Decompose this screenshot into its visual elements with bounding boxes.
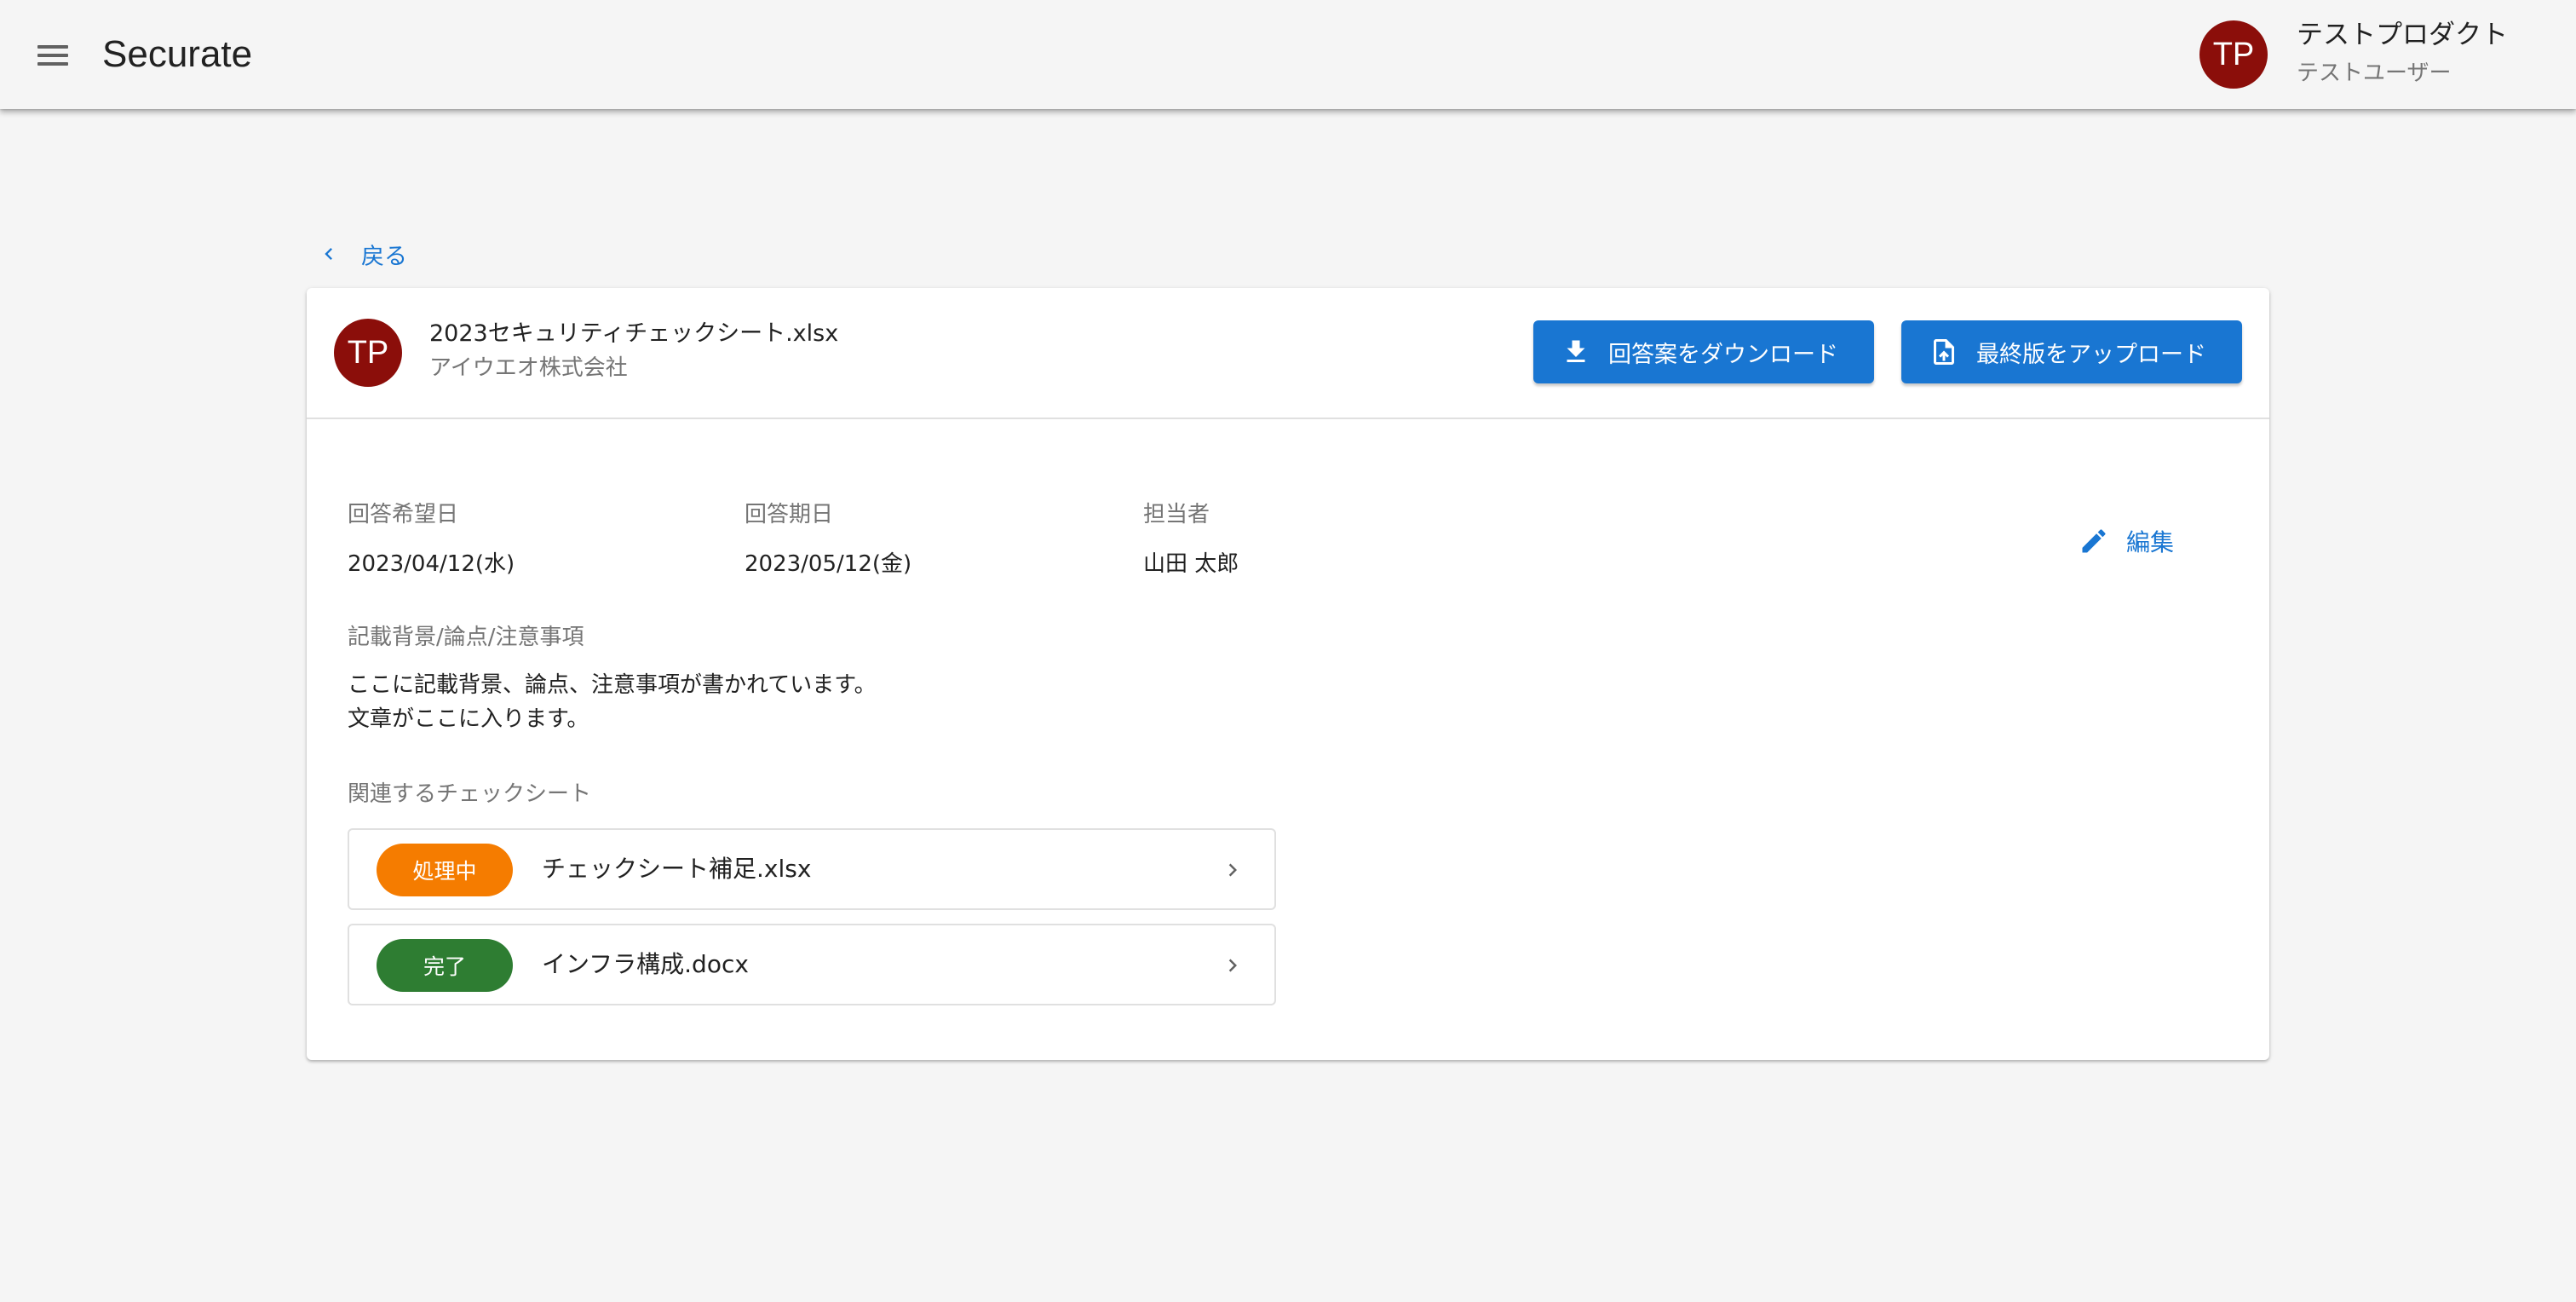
due-date-label: 回答期日 [745,502,834,527]
notes-text: ここに記載背景、論点、注意事項が書かれています。 文章がここに入ります。 [348,668,877,736]
edit-label: 編集 [2126,528,2175,556]
pencil-icon [2082,529,2106,553]
product-name: テストプロダクト [2297,20,2508,50]
sheet-avatar: TP [334,319,402,387]
app-title: Securate [102,33,253,75]
desired-date-label: 回答希望日 [348,502,459,527]
list-item[interactable]: 完了 インフラ構成.docx [348,924,1276,1005]
notes-line: 文章がここに入ります。 [348,706,589,732]
related-sheets-label: 関連するチェックシート [348,781,592,807]
edit-button[interactable]: 編集 [2079,520,2174,562]
related-sheet-name: インフラ構成.docx [542,950,749,978]
notes-line: ここに記載背景、論点、注意事項が書かれています。 [348,672,877,698]
assignee-value: 山田 太郎 [1143,551,1239,577]
download-icon [1567,340,1585,362]
status-badge: 処理中 [377,844,513,896]
back-button[interactable]: 戻る [317,237,407,271]
sheet-file-name: 2023セキュリティチェックシート.xlsx [429,320,839,347]
back-label: 戻る [361,243,407,270]
user-name: テストユーザー [2297,60,2452,86]
notes-label: 記載背景/論点/注意事項 [348,625,584,650]
card-header: TP 2023セキュリティチェックシート.xlsx アイウエオ株式会社 回答案を… [307,288,2269,419]
status-badge: 完了 [377,939,513,992]
upload-final-button[interactable]: 最終版をアップロード [1901,320,2242,383]
desired-date-value: 2023/04/12(水) [348,551,515,577]
upload-final-label: 最終版をアップロード [1976,341,2206,368]
menu-icon[interactable] [34,37,68,72]
chevron-left-icon [325,248,332,260]
due-date-value: 2023/05/12(金) [745,551,912,577]
download-draft-button[interactable]: 回答案をダウンロード [1533,320,1874,383]
check-sheet-card: TP 2023セキュリティチェックシート.xlsx アイウエオ株式会社 回答案を… [307,288,2269,1060]
related-sheets-list: 処理中 チェックシート補足.xlsx 完了 インフラ構成.docx [348,828,1276,1019]
assignee-label: 担当者 [1143,502,1210,527]
download-draft-label: 回答案をダウンロード [1608,341,1838,368]
list-item[interactable]: 処理中 チェックシート補足.xlsx [348,828,1276,910]
related-sheet-name: チェックシート補足.xlsx [542,855,812,883]
file-upload-icon [1934,339,1954,365]
company-name: アイウエオ株式会社 [429,355,628,381]
chevron-right-icon [1228,959,1237,972]
app-bar: Securate TP テストプロダクト テストユーザー [0,0,2576,109]
avatar[interactable]: TP [2199,20,2268,89]
chevron-right-icon [1228,863,1237,877]
